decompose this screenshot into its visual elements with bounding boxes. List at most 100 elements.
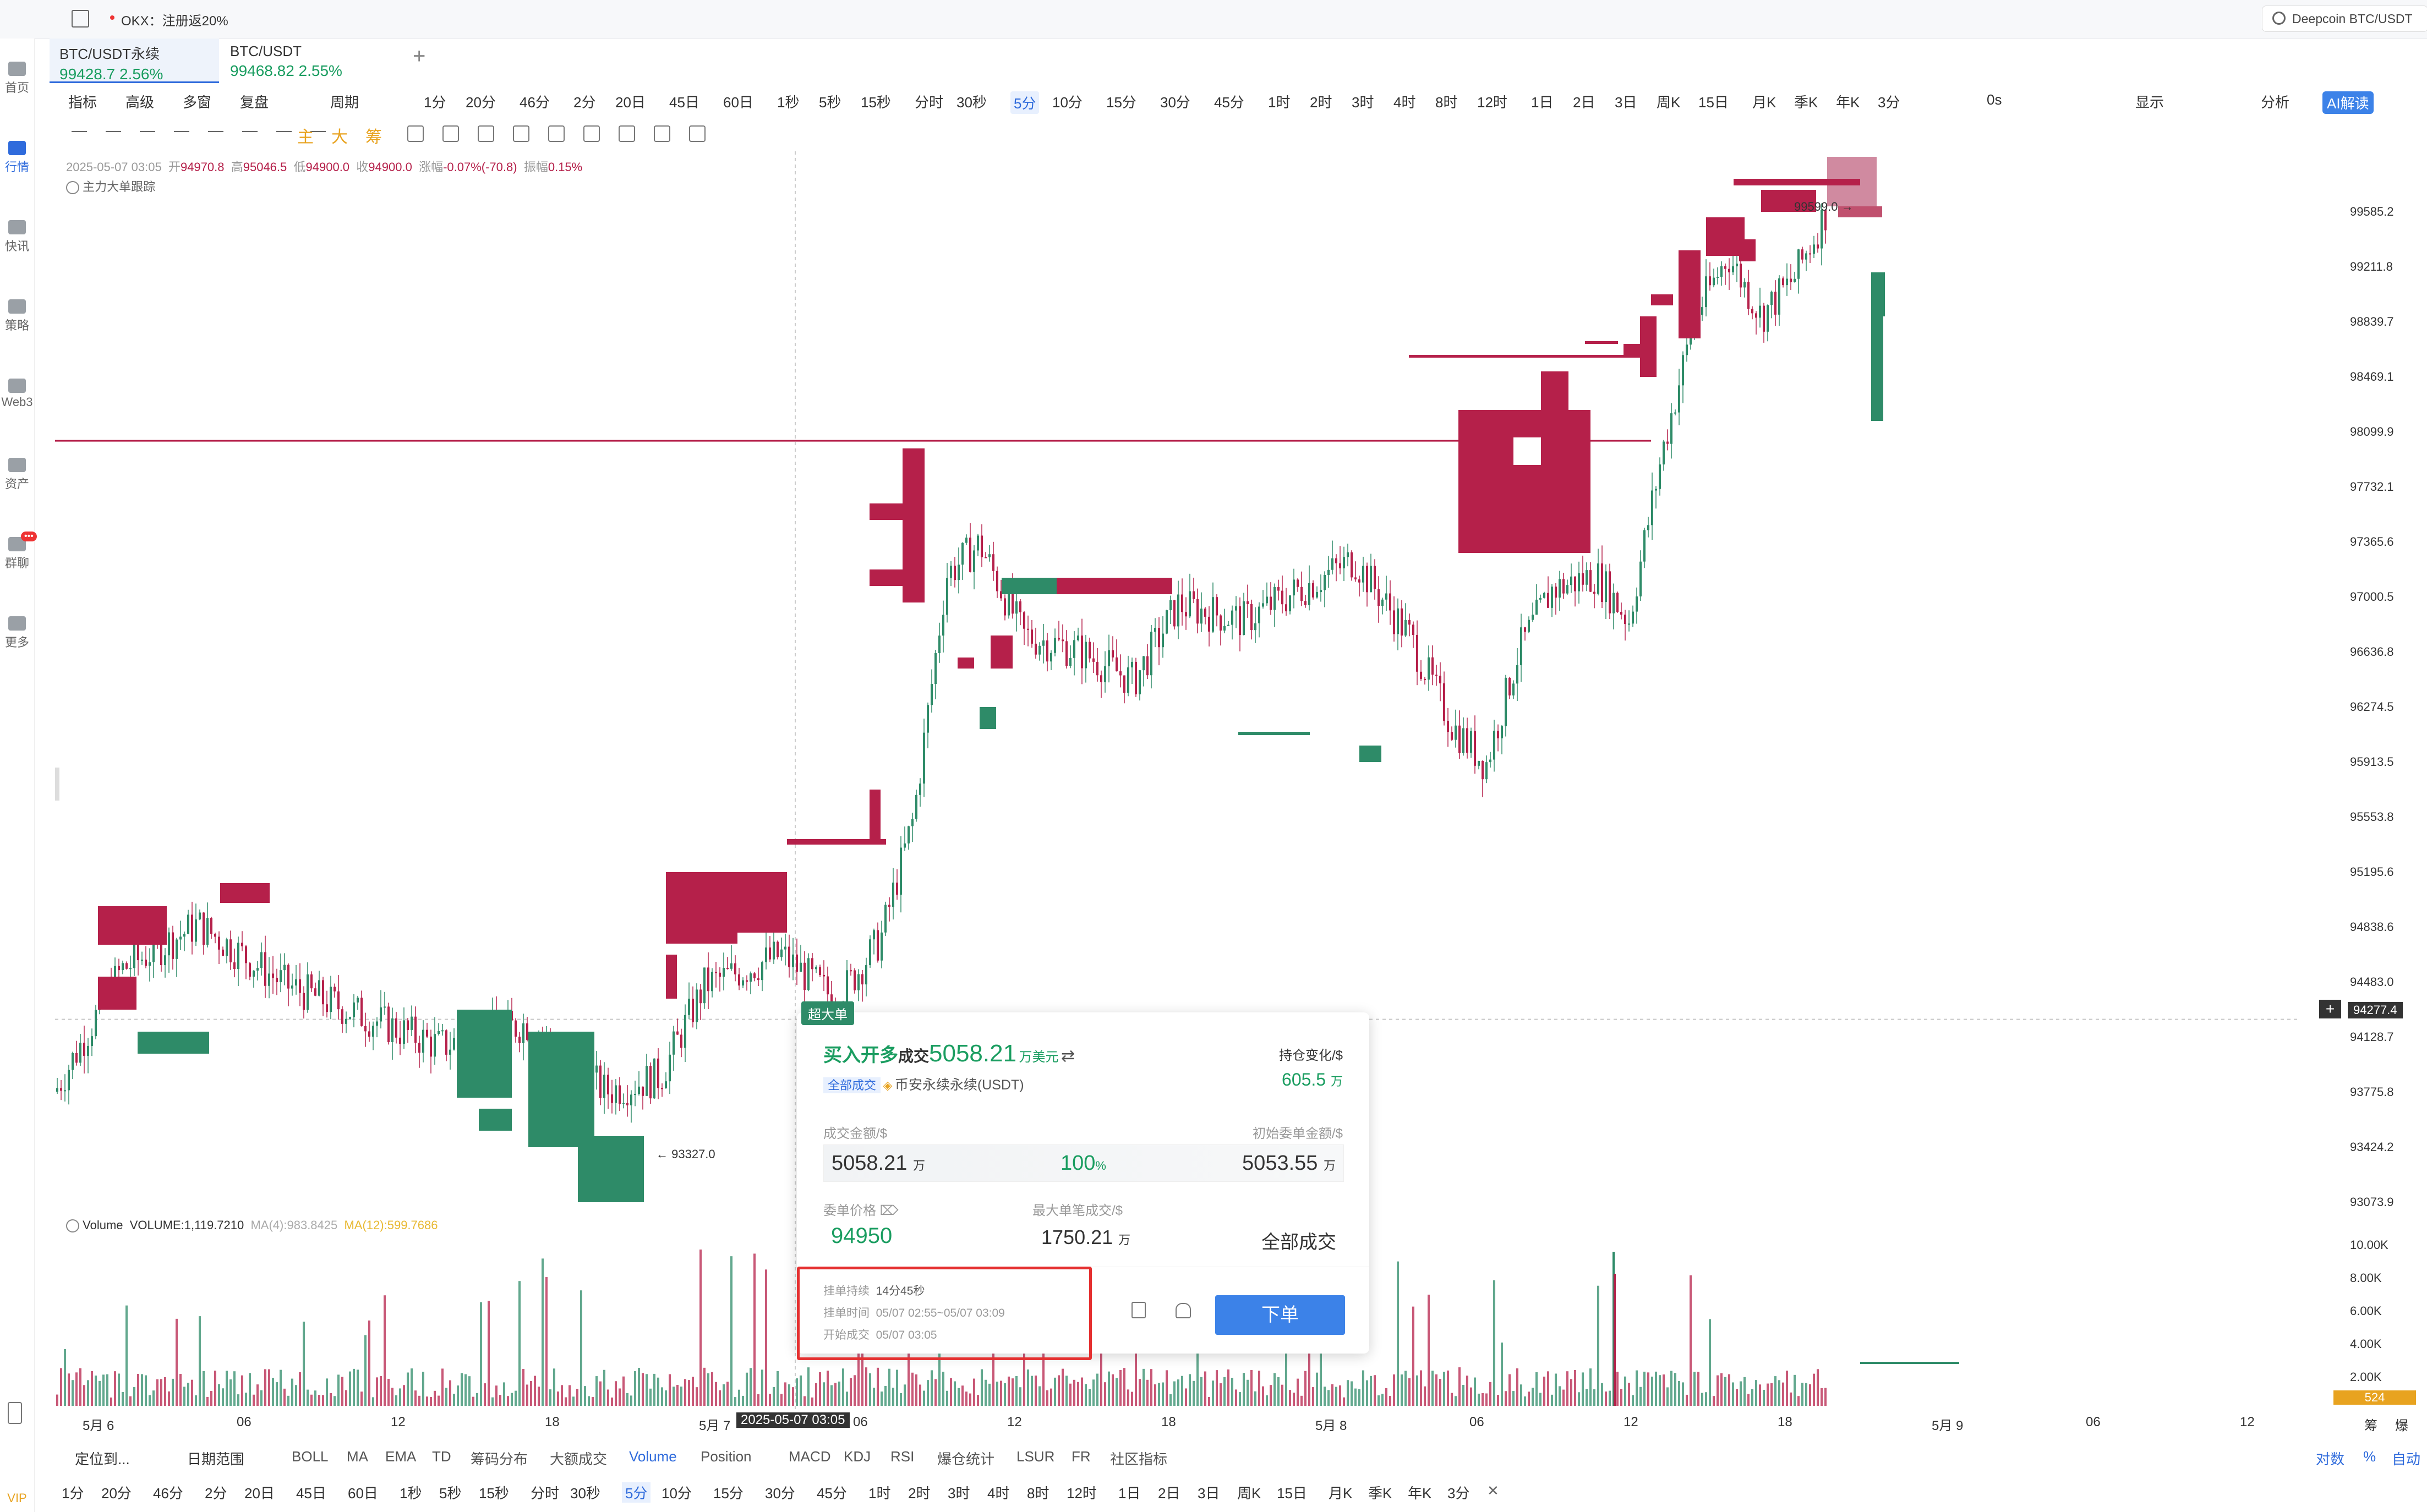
notice-text[interactable]: OKX：注册返20% (121, 10, 228, 29)
indicator-8[interactable]: MACD (789, 1448, 831, 1465)
bottom-period-31[interactable]: 3分 (1447, 1482, 1469, 1503)
locate-button[interactable]: 定位到... (75, 1448, 130, 1469)
scale-option-1[interactable]: % (2363, 1448, 2376, 1465)
draw-tool-icon-2[interactable] (140, 131, 155, 132)
large-order-block[interactable] (1585, 341, 1618, 344)
sidebar-item-3[interactable]: 策略 (0, 299, 34, 333)
large-order-block[interactable] (457, 1010, 512, 1098)
period-15[interactable]: 30分 (1160, 91, 1190, 112)
large-order-block[interactable] (870, 503, 903, 520)
indicator-12[interactable]: LSUR (1016, 1448, 1054, 1465)
notes-icon[interactable] (1131, 1302, 1146, 1318)
draw-tool-icon-1[interactable] (106, 131, 121, 132)
indicator-10[interactable]: RSI (890, 1448, 914, 1465)
sidebar-item-4[interactable]: Web3 (0, 379, 34, 409)
indicator-11[interactable]: 爆仓统计 (937, 1448, 994, 1469)
bottom-period-14[interactable]: 15分 (713, 1482, 744, 1503)
toolbar-right-2[interactable]: 分析 (2261, 91, 2289, 112)
large-order-block[interactable] (958, 658, 974, 669)
tool-icon-3[interactable] (513, 125, 529, 142)
large-order-block[interactable] (1458, 410, 1590, 553)
period-27[interactable]: 15日 (1698, 91, 1729, 112)
place-order-button[interactable]: 下单 (1215, 1295, 1345, 1335)
period-29[interactable]: 季K (1794, 91, 1818, 112)
large-order-block[interactable] (1734, 179, 1860, 185)
bottom-period-2[interactable]: 46分 (153, 1482, 183, 1503)
bell-icon[interactable] (1176, 1303, 1191, 1318)
indicator-7[interactable]: Position (701, 1448, 752, 1465)
large-order-block[interactable] (1238, 732, 1310, 735)
period-16[interactable]: 45分 (1214, 91, 1244, 112)
bottom-period-29[interactable]: 季K (1368, 1482, 1392, 1503)
sidebar-item-5[interactable]: 资产 (0, 458, 34, 492)
indicator-1[interactable]: MA (347, 1448, 368, 1465)
bottom-period-28[interactable]: 月K (1329, 1482, 1352, 1503)
bottom-period-6[interactable]: 60日 (348, 1482, 378, 1503)
period-13[interactable]: 10分 (1052, 91, 1083, 112)
overlay-label-2[interactable]: 筹 (365, 123, 382, 147)
toolbar-left-1[interactable]: 高级 (125, 91, 154, 112)
large-order-block[interactable] (1057, 578, 1172, 594)
volume-toggle-icon[interactable] (66, 1219, 79, 1233)
bottom-period-24[interactable]: 2日 (1158, 1482, 1180, 1503)
bottom-period-19[interactable]: 3时 (948, 1482, 970, 1503)
period-31[interactable]: 3分 (1878, 91, 1900, 112)
bottom-period-1[interactable]: 20分 (101, 1482, 132, 1503)
axis-right-label-0[interactable]: 筹 (2364, 1415, 2377, 1434)
toolbar-left-2[interactable]: 多窗 (183, 91, 211, 112)
toolbar-left-3[interactable]: 复盘 (240, 91, 269, 112)
swap-icon[interactable]: ⇄ (1061, 1047, 1075, 1065)
bottom-period-13[interactable]: 10分 (662, 1482, 692, 1503)
indicator-2[interactable]: EMA (385, 1448, 416, 1465)
large-order-block[interactable] (138, 1032, 209, 1054)
date-range-button[interactable]: 日期范围 (187, 1448, 244, 1469)
period-25[interactable]: 3日 (1615, 91, 1637, 112)
period-5[interactable]: 45日 (669, 91, 699, 112)
bottom-period-3[interactable]: 2分 (205, 1482, 227, 1503)
period-30[interactable]: 年K (1836, 91, 1860, 112)
large-order-block[interactable] (870, 569, 925, 586)
bottom-period-18[interactable]: 2时 (908, 1482, 930, 1503)
scale-option-2[interactable]: 自动 (2392, 1448, 2420, 1469)
draw-tool-icon-3[interactable] (174, 131, 189, 132)
bottom-period-7[interactable]: 1秒 (400, 1482, 422, 1503)
price-axis[interactable]: 99585.2 99211.8 98839.7 98469.1 98099.9 97732… (2319, 151, 2427, 1411)
period-24[interactable]: 2日 (1573, 91, 1595, 112)
large-order-block[interactable] (666, 955, 677, 999)
overlay-label-1[interactable]: 大 (331, 123, 348, 147)
sidebar-item-0[interactable]: 首页 (0, 62, 34, 96)
tool-icon-6[interactable] (619, 125, 635, 142)
draw-tool-icon-6[interactable] (276, 131, 292, 132)
window-icon[interactable] (72, 10, 89, 28)
large-order-block[interactable] (1739, 239, 1756, 261)
sidebar-item-2[interactable]: 快讯 (0, 220, 34, 254)
large-order-block[interactable] (980, 707, 996, 729)
symbol-tab-1[interactable]: BTC/USDT 99468.82 2.55% (220, 39, 390, 81)
large-order-block[interactable] (578, 1136, 644, 1202)
large-order-block[interactable] (479, 1109, 512, 1131)
large-order-block[interactable] (1679, 250, 1701, 338)
period-26[interactable]: 周K (1657, 91, 1680, 112)
close-bar-button[interactable]: ✕ (1487, 1482, 1499, 1499)
bottom-period-20[interactable]: 4时 (987, 1482, 1009, 1503)
period-14[interactable]: 15分 (1106, 91, 1136, 112)
toolbar-left-5[interactable]: 周期 (330, 91, 359, 112)
symbol-tab-0[interactable]: BTC/USDT永续 99428.7 2.56% (50, 39, 219, 83)
bottom-period-21[interactable]: 8时 (1027, 1482, 1049, 1503)
indicator-13[interactable]: FR (1072, 1448, 1091, 1465)
period-3[interactable]: 2分 (573, 91, 595, 112)
toolbar-left-0[interactable]: 指标 (68, 91, 97, 112)
period-4[interactable]: 20日 (615, 91, 646, 112)
period-18[interactable]: 2时 (1310, 91, 1332, 112)
period-12[interactable]: 5分 (1010, 91, 1040, 114)
bottom-period-0[interactable]: 1分 (62, 1482, 84, 1503)
draw-tool-icon-0[interactable] (72, 131, 87, 132)
indicator-3[interactable]: TD (432, 1448, 451, 1465)
period-8[interactable]: 5秒 (819, 91, 841, 112)
crosshair-plus-icon[interactable]: + (2319, 1000, 2341, 1018)
large-order-block[interactable] (1640, 316, 1657, 377)
period-20[interactable]: 4时 (1393, 91, 1415, 112)
bottom-period-12[interactable]: 5分 (622, 1482, 651, 1503)
indicator-4[interactable]: 筹码分布 (471, 1448, 528, 1469)
bottom-period-22[interactable]: 12时 (1067, 1482, 1097, 1503)
